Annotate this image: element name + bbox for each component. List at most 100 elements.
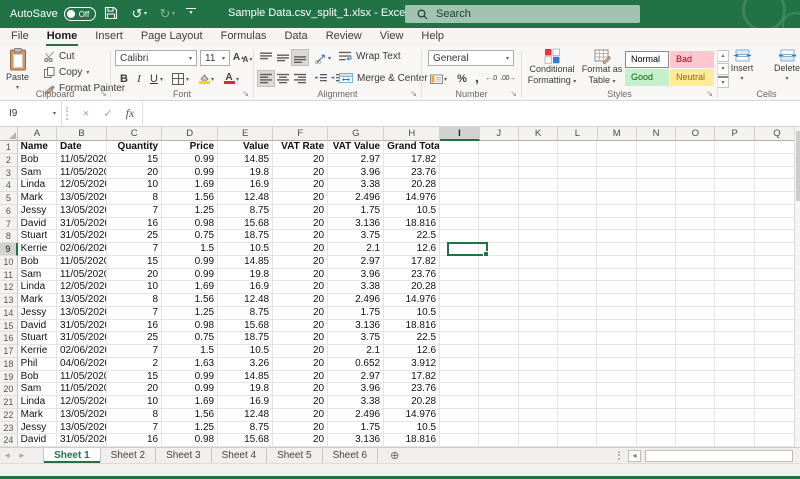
cell-I1[interactable] — [440, 141, 479, 154]
cell-B24[interactable]: 31/05/2020 — [57, 434, 107, 447]
cell-O6[interactable] — [676, 205, 715, 218]
cell-M19[interactable] — [597, 371, 636, 384]
cell-H5[interactable]: 14.976 — [384, 192, 440, 205]
cell-H1[interactable]: Grand Total — [384, 141, 440, 154]
cell-B22[interactable]: 13/05/2020 — [57, 409, 107, 422]
cancel-entry-icon[interactable]: × — [76, 101, 96, 126]
align-right-button[interactable] — [292, 71, 308, 86]
cell-B21[interactable]: 12/05/2020 — [57, 396, 107, 409]
cell-B1[interactable]: Date — [57, 141, 107, 154]
cell-F24[interactable]: 20 — [273, 434, 328, 447]
cell-N1[interactable] — [637, 141, 676, 154]
new-sheet-button[interactable]: ⊕ — [378, 448, 399, 463]
accounting-dropdown-icon[interactable]: ▾ — [444, 76, 447, 83]
cell-C15[interactable]: 16 — [107, 320, 162, 333]
insert-function-icon[interactable]: fx — [120, 101, 140, 126]
cell-C5[interactable]: 8 — [107, 192, 162, 205]
cell-M2[interactable] — [597, 154, 636, 167]
formula-input[interactable] — [142, 101, 800, 126]
cell-D21[interactable]: 1.69 — [162, 396, 218, 409]
cell-D23[interactable]: 1.25 — [162, 422, 218, 435]
cell-C16[interactable]: 25 — [107, 332, 162, 345]
cell-H6[interactable]: 10.5 — [384, 205, 440, 218]
cell-E19[interactable]: 14.85 — [218, 371, 273, 384]
column-header-A[interactable]: A — [18, 127, 57, 141]
cell-C18[interactable]: 2 — [107, 358, 162, 371]
cell-H19[interactable]: 17.82 — [384, 371, 440, 384]
cell-B11[interactable]: 11/05/2020 — [57, 269, 107, 282]
cell-G15[interactable]: 3.136 — [328, 320, 384, 333]
cell-I3[interactable] — [440, 167, 479, 180]
cell-H13[interactable]: 14.976 — [384, 294, 440, 307]
wrap-text-button[interactable]: Wrap Text — [339, 51, 401, 62]
cell-K14[interactable] — [519, 307, 558, 320]
decrease-indent-button[interactable] — [313, 71, 329, 86]
cell-D10[interactable]: 0.99 — [162, 256, 218, 269]
cell-O12[interactable] — [676, 281, 715, 294]
cell-E6[interactable]: 8.75 — [218, 205, 273, 218]
cell-N14[interactable] — [637, 307, 676, 320]
cell-G4[interactable]: 3.38 — [328, 179, 384, 192]
cell-C9[interactable]: 7 — [107, 243, 162, 256]
cell-F17[interactable]: 20 — [273, 345, 328, 358]
cell-I16[interactable] — [440, 332, 479, 345]
cell-F19[interactable]: 20 — [273, 371, 328, 384]
sheet-tab-sheet-1[interactable]: Sheet 1 — [43, 448, 101, 463]
sheet-tab-sheet-3[interactable]: Sheet 3 — [156, 448, 211, 463]
row-header-23[interactable]: 23 — [0, 422, 18, 435]
copy-button[interactable]: Copy ▾ — [44, 67, 89, 78]
column-header-L[interactable]: L — [558, 127, 597, 141]
cell-A3[interactable]: Sam — [18, 167, 57, 180]
cell-L16[interactable] — [558, 332, 597, 345]
tab-scroll-right-icon[interactable]: ▸ — [15, 448, 30, 463]
menu-tab-page-layout[interactable]: Page Layout — [132, 28, 212, 46]
cell-O18[interactable] — [676, 358, 715, 371]
column-header-P[interactable]: P — [715, 127, 754, 141]
delete-cells-button[interactable]: Delete ▾ — [765, 48, 800, 85]
number-dialog-launcher-icon[interactable]: ↘ — [510, 89, 517, 98]
row-header-24[interactable]: 24 — [0, 434, 18, 447]
row-header-4[interactable]: 4 — [0, 179, 18, 192]
cell-P14[interactable] — [715, 307, 754, 320]
cell-H11[interactable]: 23.76 — [384, 269, 440, 282]
cell-G21[interactable]: 3.38 — [328, 396, 384, 409]
cell-A7[interactable]: David — [18, 218, 57, 231]
row-header-12[interactable]: 12 — [0, 281, 18, 294]
cell-L9[interactable] — [558, 243, 597, 256]
column-header-J[interactable]: J — [480, 127, 519, 141]
row-header-21[interactable]: 21 — [0, 396, 18, 409]
cell-E14[interactable]: 8.75 — [218, 307, 273, 320]
row-header-8[interactable]: 8 — [0, 230, 18, 243]
cell-J16[interactable] — [479, 332, 518, 345]
row-header-10[interactable]: 10 — [0, 256, 18, 269]
cell-I6[interactable] — [440, 205, 479, 218]
cell-K17[interactable] — [519, 345, 558, 358]
cell-O10[interactable] — [676, 256, 715, 269]
row-header-19[interactable]: 19 — [0, 371, 18, 384]
cell-H18[interactable]: 3.912 — [384, 358, 440, 371]
cell-B14[interactable]: 13/05/2020 — [57, 307, 107, 320]
cell-H22[interactable]: 14.976 — [384, 409, 440, 422]
column-header-F[interactable]: F — [273, 127, 328, 141]
cell-F18[interactable]: 20 — [273, 358, 328, 371]
cell-E8[interactable]: 18.75 — [218, 230, 273, 243]
cell-P9[interactable] — [715, 243, 754, 256]
cell-G13[interactable]: 2.496 — [328, 294, 384, 307]
cell-M10[interactable] — [597, 256, 636, 269]
cell-O7[interactable] — [676, 218, 715, 231]
cell-E24[interactable]: 15.68 — [218, 434, 273, 447]
cell-I13[interactable] — [440, 294, 479, 307]
row-header-7[interactable]: 7 — [0, 218, 18, 231]
cell-J15[interactable] — [479, 320, 518, 333]
cell-L7[interactable] — [558, 218, 597, 231]
cell-N11[interactable] — [637, 269, 676, 282]
cell-G18[interactable]: 0.652 — [328, 358, 384, 371]
column-header-D[interactable]: D — [162, 127, 218, 141]
cell-O4[interactable] — [676, 179, 715, 192]
cell-M9[interactable] — [597, 243, 636, 256]
cell-C4[interactable]: 10 — [107, 179, 162, 192]
cell-J14[interactable] — [479, 307, 518, 320]
align-top-button[interactable] — [258, 50, 274, 65]
cell-K22[interactable] — [519, 409, 558, 422]
confirm-entry-icon[interactable]: ✓ — [98, 101, 118, 126]
